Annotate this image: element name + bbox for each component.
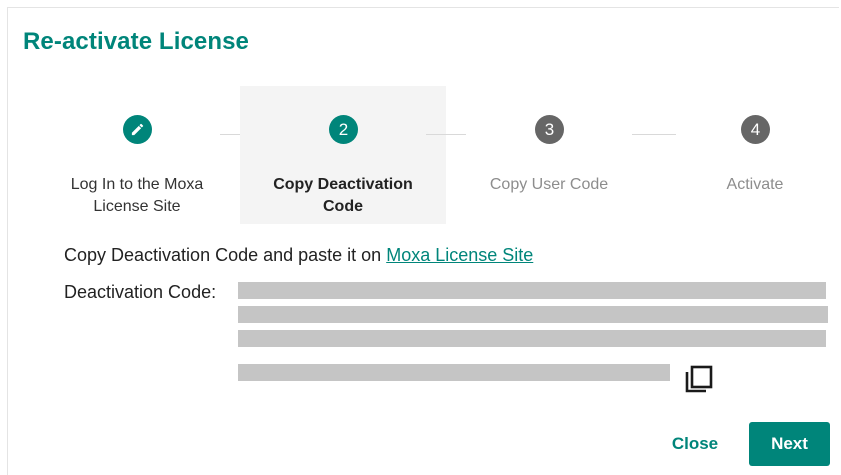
close-button[interactable]: Close (660, 428, 730, 460)
step-4-activate: 4 Activate (652, 86, 841, 224)
step-4-label: Activate (726, 176, 784, 193)
redacted-code-line (238, 330, 826, 347)
step-1-log-in: Log In to the Moxa License Site (34, 86, 240, 224)
dialog-title: Re-activate License (23, 28, 250, 55)
step-3-copy-user-code: 3 Copy User Code (446, 86, 652, 224)
redacted-code-line (238, 364, 670, 381)
step-1-label: Log In to the Moxa License Site (70, 176, 204, 215)
reactivate-license-dialog: Re-activate License Log In to the Moxa L… (7, 7, 839, 475)
step-2-label: Copy Deactivation Code (273, 176, 413, 215)
redacted-code-line (238, 282, 826, 299)
copy-code-button[interactable] (684, 364, 714, 394)
next-button[interactable]: Next (749, 422, 830, 466)
copy-icon (685, 365, 713, 393)
step-2-indicator: 2 (329, 115, 358, 144)
deactivation-code-label: Deactivation Code: (64, 282, 217, 302)
step-4-indicator: 4 (741, 115, 770, 144)
step-2-copy-deactivation-code: 2 Copy Deactivation Code (240, 86, 446, 224)
instruction-text: Copy Deactivation Code and paste it on M… (64, 245, 534, 265)
step-3-label: Copy User Code (489, 176, 609, 193)
moxa-license-site-link[interactable]: Moxa License Site (386, 245, 533, 265)
pencil-icon (131, 123, 144, 136)
step-1-indicator (123, 115, 152, 144)
step-3-indicator: 3 (535, 115, 564, 144)
redacted-code-line (238, 306, 828, 323)
